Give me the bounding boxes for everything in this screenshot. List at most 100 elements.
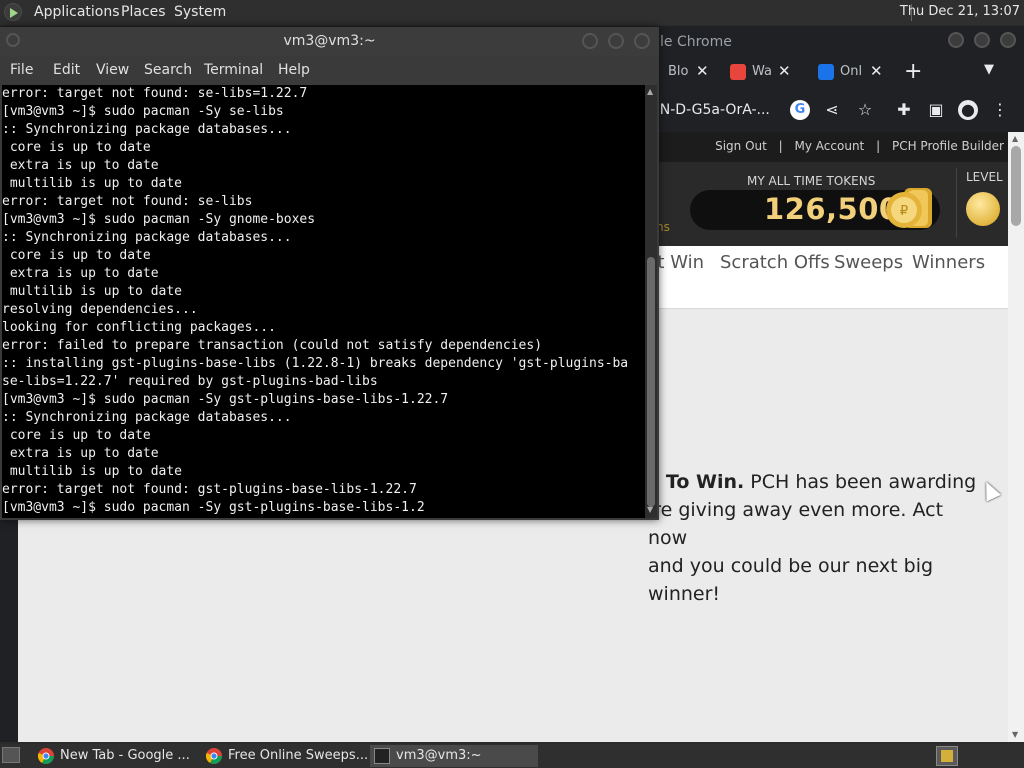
account-links: Sign Out | My Account | PCH Profile Buil… <box>707 139 1004 153</box>
divider <box>956 168 957 238</box>
clock[interactable]: Thu Dec 21, 13:07 <box>900 4 1020 19</box>
close-button[interactable] <box>634 33 650 49</box>
tab-label: Blo <box>668 64 689 79</box>
show-desktop-icon[interactable] <box>2 747 20 763</box>
menu-search[interactable]: Search <box>144 62 192 78</box>
nav-scratch-offs[interactable]: Scratch Offs <box>720 252 830 273</box>
terminal-icon <box>374 748 390 764</box>
share-icon[interactable]: ⋖ <box>822 100 842 120</box>
maximize-button[interactable] <box>608 33 624 49</box>
maximize-button[interactable] <box>974 32 990 48</box>
terminal-output[interactable]: error: target not found: se-libs=1.22.7 [… <box>2 85 645 518</box>
task-new-tab[interactable]: New Tab - Google ... <box>34 745 198 767</box>
minimize-button[interactable] <box>948 32 964 48</box>
extensions-icon[interactable]: ✚ <box>894 100 914 120</box>
terminal-line: error: failed to prepare transaction (co… <box>2 338 543 353</box>
scroll-up-icon[interactable]: ▲ <box>1012 134 1018 143</box>
scroll-thumb[interactable] <box>1011 146 1021 226</box>
terminal-line: resolving dependencies... <box>2 302 198 317</box>
divider: | <box>778 139 783 153</box>
address-text: CN-D-G5a-OrA-... <box>650 102 770 118</box>
my-account-link[interactable]: My Account <box>795 139 865 153</box>
terminal-lines: error: target not found: se-libs=1.22.7 [… <box>2 85 645 517</box>
tokens-value: 126,500 <box>764 192 900 226</box>
terminal-line: extra is up to date <box>2 266 159 281</box>
terminal-line: core is up to date <box>2 428 151 443</box>
minimize-button[interactable] <box>582 33 598 49</box>
places-menu[interactable]: Places <box>121 4 166 20</box>
menu-terminal[interactable]: Terminal <box>204 62 263 78</box>
close-button[interactable] <box>1000 32 1016 48</box>
divider: | <box>876 139 881 153</box>
task-label: vm3@vm3:~ <box>396 748 482 763</box>
system-menu[interactable]: System <box>174 4 226 20</box>
terminal-line: [vm3@vm3 ~]$ sudo pacman -Sy se-libs <box>2 104 284 119</box>
tab-close-icon[interactable]: ✕ <box>696 62 709 80</box>
terminal-line: [vm3@vm3 ~]$ sudo pacman -Sy gst-plugins… <box>2 392 449 407</box>
task-label: Free Online Sweeps... <box>228 748 369 763</box>
scroll-down-icon[interactable]: ▼ <box>1012 730 1018 739</box>
tab-close-icon[interactable]: ✕ <box>778 62 791 80</box>
terminal-line: extra is up to date <box>2 446 159 461</box>
level-badge-icon[interactable] <box>966 192 1000 226</box>
terminal-line: [vm3@vm3 ~]$ sudo pacman -Sy gst-plugins… <box>2 500 425 515</box>
menu-view[interactable]: View <box>96 62 129 78</box>
menu-file[interactable]: File <box>10 62 33 78</box>
tokens-label: MY ALL TIME TOKENS <box>747 174 876 188</box>
tab-label: Onl <box>840 64 863 79</box>
side-panel-icon[interactable]: ▣ <box>926 100 946 120</box>
workspace-window-thumb <box>941 750 953 762</box>
task-terminal[interactable]: vm3@vm3:~ <box>370 745 538 767</box>
nav-winners[interactable]: Winners <box>912 252 985 273</box>
sign-out-link[interactable]: Sign Out <box>715 139 767 153</box>
terminal-line: multilib is up to date <box>2 284 183 299</box>
menu-dots-icon[interactable]: ⋮ <box>990 100 1010 120</box>
terminal-line: error: target not found: se-libs=1.22.7 <box>2 86 308 101</box>
address-bar[interactable]: CN-D-G5a-OrA-... <box>650 96 790 124</box>
tab-close-icon[interactable]: ✕ <box>870 62 883 80</box>
terminal-line: error: target not found: gst-plugins-bas… <box>2 482 417 497</box>
terminal-title: vm3@vm3:~ <box>283 33 376 49</box>
s-logo-icon <box>818 64 834 80</box>
terminal-line: :: Synchronizing package databases... <box>2 122 292 137</box>
nbc-peacock-icon <box>730 64 746 80</box>
tab-label: Wa <box>752 64 772 79</box>
terminal-scrollbar[interactable]: ▲ ▼ <box>645 85 657 518</box>
chevron-down-icon[interactable]: ▼ <box>984 62 994 77</box>
chrome-icon <box>38 748 54 764</box>
terminal-line: core is up to date <box>2 248 151 263</box>
task-free-online-sweeps[interactable]: Free Online Sweeps... <box>202 745 368 767</box>
terminal-line: :: installing gst-plugins-base-libs (1.2… <box>2 356 629 371</box>
workspace-switcher[interactable] <box>936 746 958 766</box>
scroll-up-icon[interactable]: ▲ <box>647 87 653 96</box>
terminal-window: vm3@vm3:~ File Edit View Search Terminal… <box>0 27 659 520</box>
nav-sweeps[interactable]: Sweeps <box>834 252 903 273</box>
chrome-window-title: le Chrome <box>660 34 732 50</box>
terminal-line: error: target not found: se-libs <box>2 194 253 209</box>
applications-menu[interactable]: Applications <box>34 4 120 20</box>
distro-logo-icon[interactable] <box>4 3 22 21</box>
terminal-line: se-libs=1.22.7' required by gst-plugins-… <box>2 374 378 389</box>
star-icon[interactable]: ☆ <box>855 100 875 120</box>
terminal-line: :: Synchronizing package databases... <box>2 410 292 425</box>
terminal-line: multilib is up to date <box>2 464 183 479</box>
scroll-down-icon[interactable]: ▼ <box>647 505 653 514</box>
top-panel: Applications Places System Thu Dec 21, 1… <box>0 0 1024 25</box>
page-scrollbar[interactable]: ▲ ▼ <box>1008 132 1024 742</box>
svg-text:₽: ₽ <box>900 204 908 219</box>
new-tab-icon[interactable]: + <box>904 59 922 84</box>
taskbar: New Tab - Google ... Free Online Sweeps.… <box>0 744 1024 768</box>
terminal-line: multilib is up to date <box>2 176 183 191</box>
terminal-titlebar[interactable]: vm3@vm3:~ <box>0 27 659 56</box>
google-icon[interactable]: G <box>790 100 810 120</box>
terminal-line: :: Synchronizing package databases... <box>2 230 292 245</box>
menu-help[interactable]: Help <box>278 62 310 78</box>
menu-edit[interactable]: Edit <box>53 62 80 78</box>
profile-icon[interactable]: ● <box>958 100 978 120</box>
profile-builder-link[interactable]: PCH Profile Builder <box>892 139 1004 153</box>
terminal-line: extra is up to date <box>2 158 159 173</box>
scroll-thumb[interactable] <box>647 257 655 507</box>
task-label: New Tab - Google ... <box>60 748 190 763</box>
terminal-line: looking for conflicting packages... <box>2 320 276 335</box>
terminal-line: [vm3@vm3 ~]$ sudo pacman -Sy gnome-boxes <box>2 212 316 227</box>
